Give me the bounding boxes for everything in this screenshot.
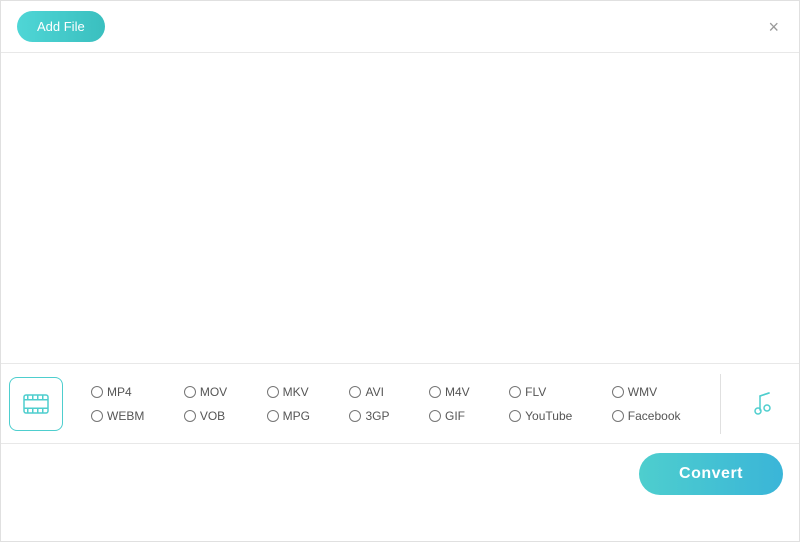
format-item-wmv[interactable]: WMV [604,383,712,401]
format-radio-webm[interactable] [91,410,103,422]
format-radio-mp4[interactable] [91,386,103,398]
format-item-mov[interactable]: MOV [176,383,259,401]
format-label-youtube[interactable]: YouTube [525,409,572,423]
format-label-m4v[interactable]: M4V [445,385,470,399]
format-radio-wmv[interactable] [612,386,624,398]
format-label-flv[interactable]: FLV [525,385,546,399]
format-radio-facebook[interactable] [612,410,624,422]
format-grid: MP4 MOV MKV AVI M4V FLV [83,383,712,425]
format-radio-vob[interactable] [184,410,196,422]
format-label-facebook[interactable]: Facebook [628,409,681,423]
format-label-mpg[interactable]: MPG [283,409,310,423]
format-label-avi[interactable]: AVI [365,385,383,399]
format-divider [720,374,721,434]
format-label-mp4[interactable]: MP4 [107,385,132,399]
format-radio-mkv[interactable] [267,386,279,398]
header: Add File × [1,1,799,53]
format-item-facebook[interactable]: Facebook [604,407,712,425]
format-radio-avi[interactable] [349,386,361,398]
format-item-webm[interactable]: WEBM [83,407,176,425]
bottom-panel: MP4 MOV MKV AVI M4V FLV [1,363,799,443]
format-item-mkv[interactable]: MKV [259,383,342,401]
film-icon [22,390,50,418]
video-tab-icon-box[interactable] [9,377,63,431]
format-radio-gif[interactable] [429,410,441,422]
app-container: Add File × [0,0,800,542]
format-label-mkv[interactable]: MKV [283,385,309,399]
format-item-m4v[interactable]: M4V [421,383,501,401]
convert-area: Convert [1,443,799,503]
convert-button[interactable]: Convert [639,453,783,495]
format-item-gif[interactable]: GIF [421,407,501,425]
format-label-gif[interactable]: GIF [445,409,465,423]
format-radio-youtube[interactable] [509,410,521,422]
format-item-3gp[interactable]: 3GP [341,407,421,425]
format-label-vob[interactable]: VOB [200,409,225,423]
close-button[interactable]: × [764,16,783,38]
drop-area [1,53,799,363]
format-item-mpg[interactable]: MPG [259,407,342,425]
music-note-icon [749,389,779,419]
add-file-button[interactable]: Add File [17,11,105,42]
format-radio-mpg[interactable] [267,410,279,422]
format-tabs [1,377,83,431]
format-radio-m4v[interactable] [429,386,441,398]
format-label-mov[interactable]: MOV [200,385,227,399]
format-label-webm[interactable]: WEBM [107,409,144,423]
format-radio-flv[interactable] [509,386,521,398]
format-item-mp4[interactable]: MP4 [83,383,176,401]
format-item-avi[interactable]: AVI [341,383,421,401]
format-label-3gp[interactable]: 3GP [365,409,389,423]
format-label-wmv[interactable]: WMV [628,385,657,399]
format-radio-3gp[interactable] [349,410,361,422]
format-item-youtube[interactable]: YouTube [501,407,604,425]
format-radio-mov[interactable] [184,386,196,398]
format-item-flv[interactable]: FLV [501,383,604,401]
format-item-vob[interactable]: VOB [176,407,259,425]
audio-tab-button[interactable] [737,377,791,431]
